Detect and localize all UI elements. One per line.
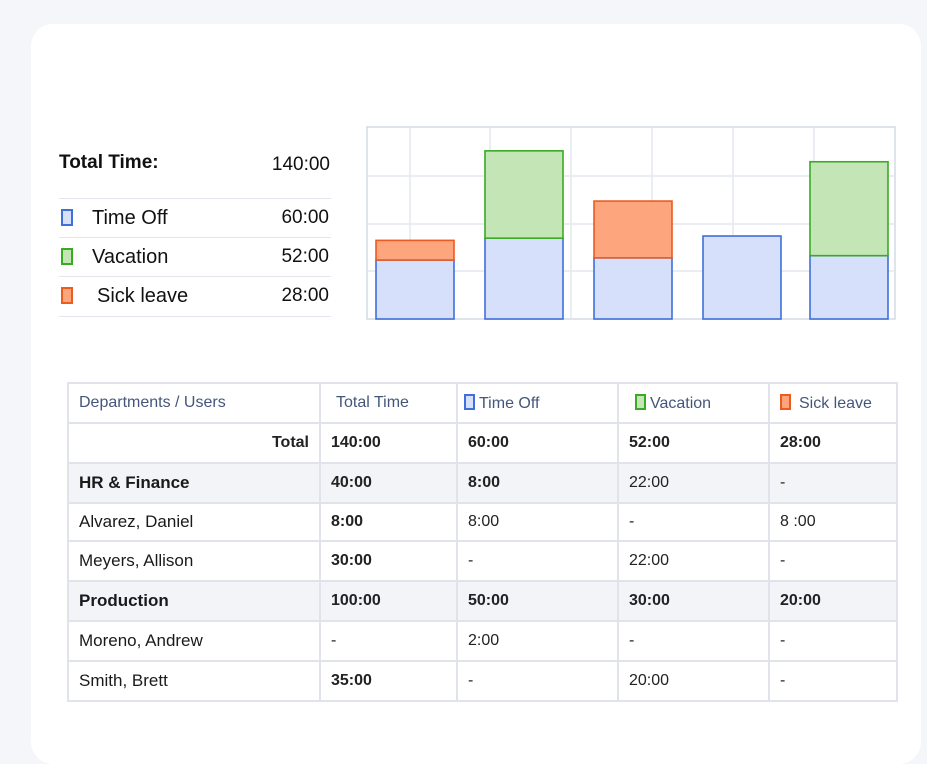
- row-name: Alvarez, Daniel: [67, 502, 321, 542]
- bar-time-off: [702, 235, 782, 320]
- summary-row-vacation: Vacation 52:00: [59, 237, 331, 277]
- header-departments-users[interactable]: Departments / Users: [67, 382, 321, 424]
- row-name: Moreno, Andrew: [67, 620, 321, 662]
- bar-vacation: [809, 160, 889, 257]
- summary-row-sick-leave: Sick leave 28:00: [59, 276, 331, 317]
- summary-label: Vacation: [92, 246, 169, 268]
- header-time-off-label: Time Off: [479, 394, 540, 412]
- cell-sick-leave: -: [768, 540, 898, 582]
- total-cell-total-time: 140:00: [319, 422, 458, 464]
- row-name: Production: [67, 580, 321, 622]
- summary-value: 28:00: [281, 285, 329, 306]
- summary-title: Total Time:: [59, 152, 159, 173]
- sick-leave-swatch-icon: [780, 393, 791, 410]
- time-off-swatch-icon: [61, 209, 73, 226]
- table-row-department[interactable]: HR & Finance 40:00 8:00 22:00 -: [67, 462, 898, 504]
- total-cell-sick-leave: 28:00: [768, 422, 898, 464]
- total-cell-time-off: 60:00: [456, 422, 619, 464]
- cell-total-time: 35:00: [319, 660, 458, 702]
- header-sick-leave-label: Sick leave: [799, 394, 872, 412]
- cell-sick-leave: -: [768, 660, 898, 702]
- header-sick-leave[interactable]: Sick leave: [768, 382, 898, 424]
- sick-leave-swatch-icon: [61, 287, 73, 304]
- header-vacation[interactable]: Vacation: [617, 382, 770, 424]
- cell-vacation: -: [617, 502, 770, 542]
- header-total-time[interactable]: Total Time: [319, 382, 458, 424]
- table-row-department[interactable]: Production 100:00 50:00 30:00 20:00: [67, 580, 898, 622]
- cell-vacation: 20:00: [617, 660, 770, 702]
- row-name: HR & Finance: [67, 462, 321, 504]
- cell-time-off: 50:00: [456, 580, 619, 622]
- bar-time-off: [809, 254, 889, 320]
- cell-sick-leave: -: [768, 620, 898, 662]
- total-cell-vacation: 52:00: [617, 422, 770, 464]
- bar-time-off: [484, 237, 564, 320]
- cell-time-off: 8:00: [456, 502, 619, 542]
- cell-total-time: -: [319, 620, 458, 662]
- table-total-row: Total 140:00 60:00 52:00 28:00: [67, 422, 898, 464]
- table-row[interactable]: Moreno, Andrew - 2:00 - -: [67, 620, 898, 662]
- header-time-off[interactable]: Time Off: [456, 382, 619, 424]
- cell-time-off: -: [456, 660, 619, 702]
- cell-total-time: 8:00: [319, 502, 458, 542]
- cell-total-time: 40:00: [319, 462, 458, 504]
- cell-sick-leave: 8 :00: [768, 502, 898, 542]
- summary-value: 52:00: [281, 246, 329, 267]
- table-row[interactable]: Meyers, Allison 30:00 - 22:00 -: [67, 540, 898, 582]
- report-table: Departments / Users Total Time Time Off …: [67, 382, 898, 702]
- stacked-bar-chart: [366, 126, 896, 320]
- summary-label: Sick leave: [97, 285, 189, 307]
- cell-vacation: 22:00: [617, 540, 770, 582]
- vacation-swatch-icon: [61, 248, 73, 265]
- summary-value: 60:00: [281, 207, 329, 228]
- cell-time-off: 8:00: [456, 462, 619, 504]
- bar-vacation: [484, 150, 564, 239]
- table-header-row: Departments / Users Total Time Time Off …: [67, 382, 898, 424]
- cell-time-off: 2:00: [456, 620, 619, 662]
- row-name: Meyers, Allison: [67, 540, 321, 582]
- cell-total-time: 100:00: [319, 580, 458, 622]
- cell-sick-leave: 20:00: [768, 580, 898, 622]
- summary-total: 140:00: [271, 154, 330, 175]
- table-row[interactable]: Smith, Brett 35:00 - 20:00 -: [67, 660, 898, 702]
- table-row[interactable]: Alvarez, Daniel 8:00 8:00 - 8 :00: [67, 502, 898, 542]
- row-name: Smith, Brett: [67, 660, 321, 702]
- bar-sick-leave: [375, 239, 455, 261]
- summary-label: Time Off: [92, 207, 168, 229]
- time-off-swatch-icon: [464, 393, 475, 410]
- header-vacation-label: Vacation: [650, 394, 712, 412]
- cell-sick-leave: -: [768, 462, 898, 504]
- bar-sick-leave: [593, 200, 673, 259]
- bar-time-off: [375, 259, 455, 320]
- cell-vacation: 22:00: [617, 462, 770, 504]
- cell-vacation: 30:00: [617, 580, 770, 622]
- total-row-label: Total: [67, 422, 321, 464]
- summary-row-time-off: Time Off 60:00: [59, 198, 331, 238]
- cell-total-time: 30:00: [319, 540, 458, 582]
- vacation-swatch-icon: [635, 393, 646, 410]
- cell-vacation: -: [617, 620, 770, 662]
- bar-time-off: [593, 257, 673, 320]
- cell-time-off: -: [456, 540, 619, 582]
